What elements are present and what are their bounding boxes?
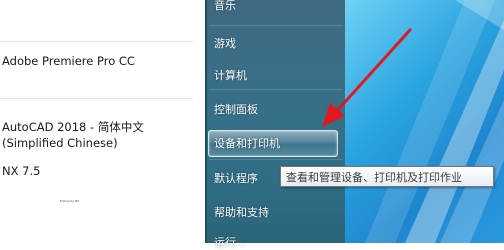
- red-arrow-icon: [322, 28, 412, 127]
